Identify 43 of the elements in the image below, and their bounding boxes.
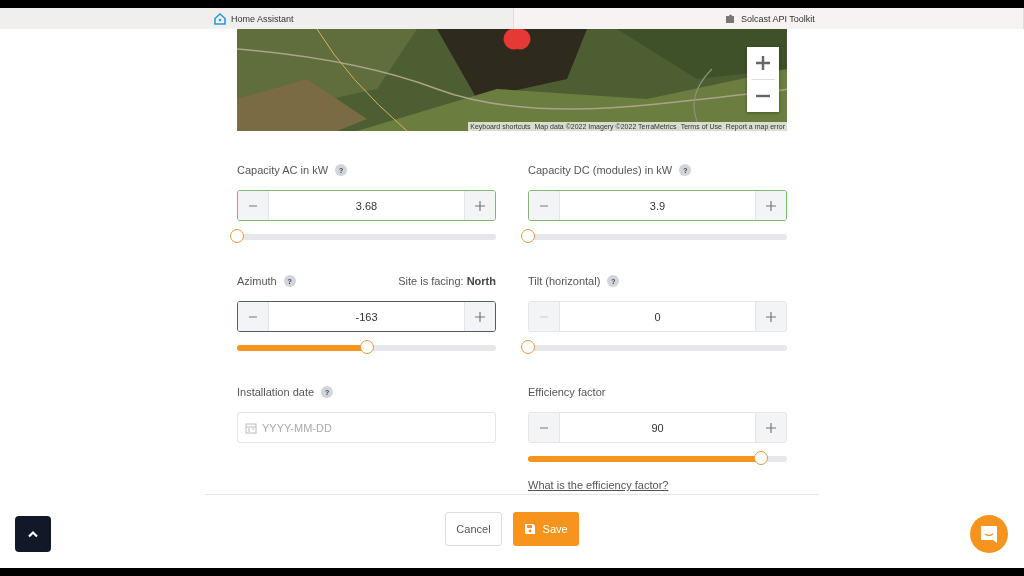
field-label: Capacity AC in kW — [237, 164, 329, 176]
increment-button[interactable] — [755, 191, 786, 220]
house-icon — [214, 12, 226, 25]
plus-icon — [474, 310, 486, 323]
chat-button[interactable] — [970, 515, 1008, 553]
plus-icon — [765, 199, 777, 212]
slider-thumb[interactable] — [230, 229, 244, 243]
slider-thumb[interactable] — [521, 229, 535, 243]
field-label: Efficiency factor — [528, 386, 606, 398]
cancel-button[interactable]: Cancel — [445, 512, 502, 546]
slider-thumb[interactable] — [521, 340, 535, 354]
puzzle-icon — [724, 12, 736, 25]
decrement-button[interactable] — [529, 191, 560, 220]
number-stepper[interactable]: 3.9 — [528, 190, 787, 221]
browser-tab[interactable]: Solcast API Toolkit — [514, 8, 1024, 29]
slider-thumb[interactable] — [359, 340, 374, 354]
date-field[interactable]: YYYY-MM-DD — [237, 412, 496, 443]
back-to-top-button[interactable] — [15, 516, 51, 552]
plus-icon — [474, 199, 486, 212]
slider-thumb[interactable] — [754, 451, 769, 465]
plus-icon — [765, 421, 777, 434]
decrement-button[interactable] — [238, 191, 269, 220]
increment-button[interactable] — [755, 302, 786, 331]
plus-icon — [765, 310, 777, 323]
facing-text: Site is facing: North — [398, 275, 496, 287]
field-label: Installation date — [237, 386, 315, 398]
calendar-icon — [245, 422, 257, 434]
chevron-up-icon — [27, 530, 39, 538]
increment-button[interactable] — [464, 302, 495, 331]
number-stepper[interactable]: 3.68 — [237, 190, 496, 221]
number-stepper[interactable]: -163 — [237, 301, 496, 332]
field-label: Capacity DC (modules) in kW — [528, 164, 673, 176]
field-label: Tilt (horizontal) — [528, 275, 601, 287]
zoom-in-icon[interactable] — [755, 55, 771, 71]
info-link[interactable]: What is the efficiency factor? — [528, 479, 669, 491]
chat-icon — [980, 524, 998, 544]
increment-button[interactable] — [755, 413, 786, 442]
field-label: Azimuth — [237, 275, 277, 287]
decrement-button[interactable] — [529, 413, 560, 442]
increment-button[interactable] — [464, 191, 495, 220]
number-stepper[interactable]: 0 — [528, 301, 787, 332]
number-stepper[interactable]: 90 — [528, 412, 787, 443]
decrement-button[interactable] — [238, 302, 269, 331]
